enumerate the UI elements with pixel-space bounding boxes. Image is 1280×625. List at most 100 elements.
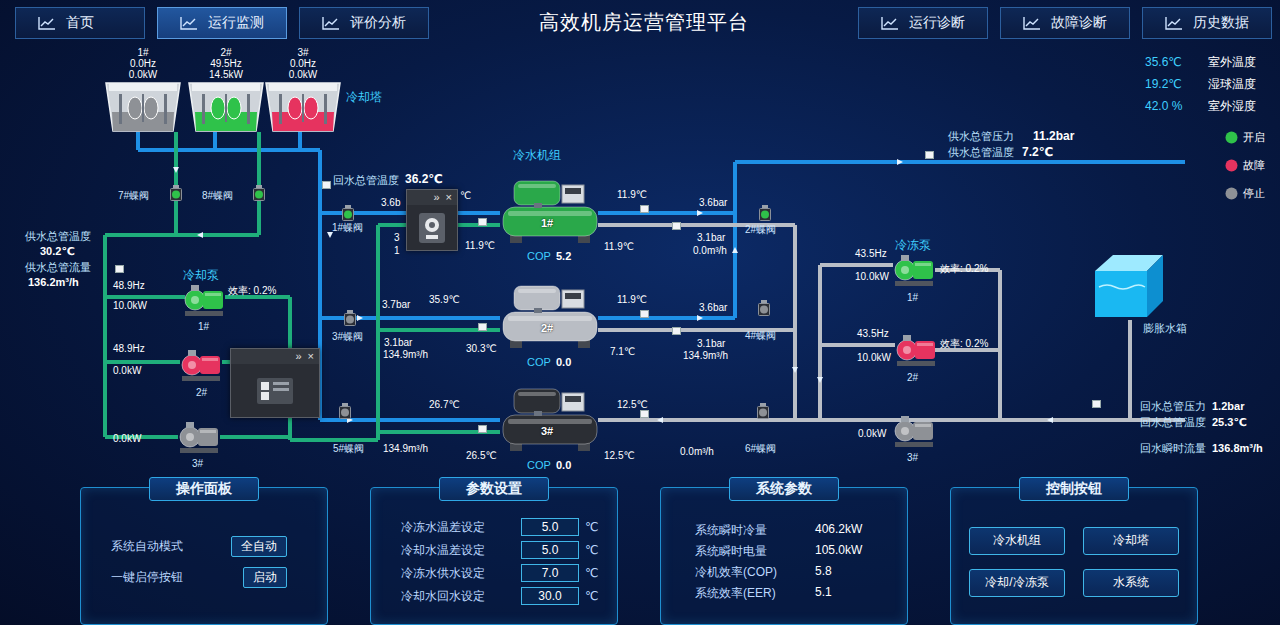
chiller-cop-value: 0.0 [556,459,571,472]
popup-expand-button[interactable]: » [433,191,439,204]
chiller-name: 1# [541,217,553,230]
valve-label: 4#蝶阀 [745,330,776,342]
supply-flow-label: 供水总管流量 [25,261,91,274]
panel-title: 系统参数 [729,477,839,501]
expansion-tank-icon [1093,253,1165,319]
pump-name: 1# [198,321,209,333]
legend-label: 故障 [1243,159,1265,172]
chart-icon [38,16,56,30]
system-param-label: 系统效率(EER) [695,585,815,602]
weather-label: 室外温度 [1208,55,1256,69]
butterfly-valve-icon [757,403,769,419]
return-temp-label: 回水总管温度 [333,174,399,187]
popup-close-button[interactable]: × [446,191,452,204]
sensor-icon [672,222,681,230]
chiller-reading: 134.9m³/h [383,349,428,361]
chiller-cop-label: COP [527,459,551,472]
popup-expand-button[interactable]: » [295,350,301,363]
sensor-icon [640,410,649,418]
control-button[interactable]: 冷却塔 [1083,527,1179,555]
legend-dot-icon [1225,131,1238,144]
tower-readings: 2#49.5Hz14.5kW [188,47,264,80]
chart-icon [322,16,340,30]
setting-input[interactable]: 5.0 [521,541,579,559]
tower-power: 0.0kW [105,69,181,80]
page-title: 高效机房运营管理平台 [519,9,769,36]
nav-tab[interactable]: 评价分析 [299,7,429,39]
pump-icon [180,348,222,382]
operation-button[interactable]: 启动 [243,567,287,588]
butterfly-valve-icon [170,185,182,201]
butterfly-valve-icon [339,403,351,419]
chiller-reading: 134.9m³/h [383,443,428,455]
setting-unit: ℃ [585,566,603,580]
nav-tab-label[interactable]: 运行监测 [208,14,264,32]
legend-dot-icon [1225,159,1238,172]
chiller-reading: 11.9℃ [465,240,495,252]
setting-input[interactable]: 30.0 [521,587,579,605]
system-param-value: 105.0kW [815,543,893,560]
system-param-row: 冷机效率(COP)5.8 [691,564,893,581]
chiller-icon [500,280,600,350]
nav-tab[interactable]: 历史数据 [1142,7,1272,39]
header: 首页 运行监测 评价分析 高效机房运营管理平台 运行诊断 故障诊断 历史数据 [0,0,1280,45]
pump-name: 3# [907,452,918,464]
nav-tab-label[interactable]: 评价分析 [350,14,406,32]
pump-group-title: 冷却泵 [183,268,219,282]
pump-efficiency: 效率: 0.2% [228,285,276,297]
nav-tab[interactable]: 故障诊断 [1000,7,1130,39]
pump-power: 0.0kW [858,428,886,440]
chiller-cop-value: 0.0 [556,356,571,369]
weather-value: 35.6℃ [1145,55,1182,69]
device-popup: »× [230,348,320,418]
sensor-icon [115,265,124,273]
nav-tab[interactable]: 运行监测 [157,7,287,39]
chiller-reading: 12.5℃ [604,450,635,462]
setting-input[interactable]: 5.0 [521,518,579,536]
pump-name: 2# [196,387,207,399]
sensor-icon [478,425,487,433]
chiller-reading: 30.3℃ [466,343,497,355]
chiller-reading: 0.0m³/h [693,245,727,257]
operation-button[interactable]: 全自动 [231,536,287,557]
nav-tab-label[interactable]: 故障诊断 [1051,14,1107,32]
panel-body: 系统自动模式全自动一键启停按钮启动 [81,501,327,624]
chiller-icon [500,175,600,245]
setting-input[interactable]: 7.0 [521,564,579,582]
settings-panel: 参数设置冷冻水温差设定5.0℃冷却水温差设定5.0℃冷冻水供水设定7.0℃冷却水… [370,487,618,625]
legend-label: 开启 [1243,131,1265,144]
chiller-reading: 11.9℃ [604,241,634,253]
popup-close-button[interactable]: × [308,350,314,363]
nav-tab-label[interactable]: 历史数据 [1193,14,1249,32]
sensor-icon [925,151,934,159]
control-button[interactable]: 冷水机组 [969,527,1065,555]
pump-frequency: 48.9Hz [113,343,145,355]
chiller-cop-value: 5.2 [556,250,571,263]
butterfly-valve-icon [758,300,770,316]
system-param-value: 5.1 [815,585,893,602]
valve-label: 6#蝶阀 [745,443,776,455]
nav-tab[interactable]: 首页 [15,7,145,39]
control-button[interactable]: 冷却/冷冻泵 [969,569,1065,597]
chiller-group-title: 冷水机组 [513,148,561,162]
sensor-icon [478,323,487,331]
valve-label: 8#蝶阀 [202,190,233,202]
chart-icon [881,16,899,30]
chilled-return-label: 回水总管压力 [1140,400,1206,413]
nav-tab[interactable]: 运行诊断 [858,7,988,39]
popup-bar: »× [407,190,457,205]
sensor-icon [322,181,331,189]
valve-label: 5#蝶阀 [333,443,364,455]
popup-bar: »× [231,349,319,364]
control-button[interactable]: 水系统 [1083,569,1179,597]
setting-row: 冷冻水供水设定7.0℃ [401,564,603,582]
setting-unit: ℃ [585,520,603,534]
chiller-name: 3# [541,425,553,438]
nav-tab-label[interactable]: 运行诊断 [909,14,965,32]
plc-icon [255,376,295,406]
nav-left: 首页 运行监测 评价分析 [15,7,519,39]
chilled-return-value: 25.3℃ [1212,416,1247,429]
chilled-supply-pressure-value: 11.2bar [1033,129,1074,143]
pump-name: 2# [907,372,918,384]
nav-tab-label[interactable]: 首页 [66,14,94,32]
